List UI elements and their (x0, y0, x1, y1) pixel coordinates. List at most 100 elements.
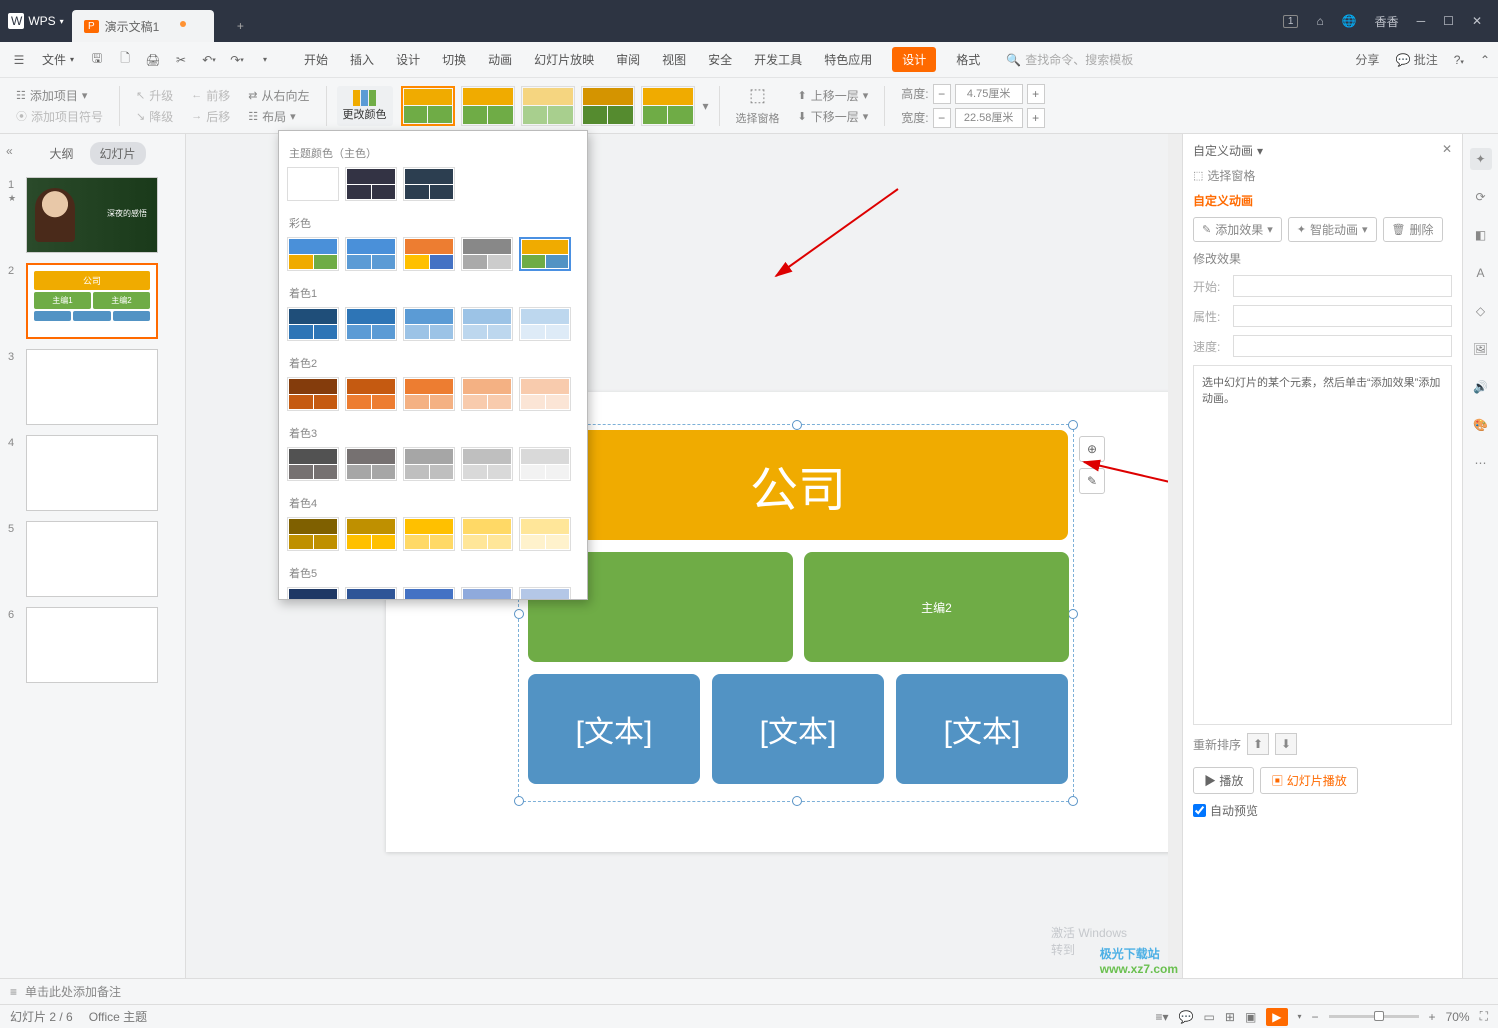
thumbnail-1[interactable]: 深夜的感悟 (26, 177, 158, 253)
sa-text-2[interactable]: [文本] (712, 674, 884, 784)
menu-视图[interactable]: 视图 (660, 47, 688, 72)
menu-切换[interactable]: 切换 (440, 47, 468, 72)
overflow-icon[interactable]: ▾ (254, 49, 276, 71)
color-swatch[interactable] (287, 517, 339, 551)
color-swatch[interactable] (403, 237, 455, 271)
menu-设计[interactable]: 设计 (892, 47, 936, 72)
color-swatch[interactable] (403, 307, 455, 341)
color-swatch[interactable] (519, 517, 571, 551)
print-preview-icon[interactable]: 🗋 (114, 49, 136, 71)
edit-icon[interactable]: ⊕ (1079, 436, 1105, 462)
menu-icon[interactable]: ☰ (8, 49, 30, 71)
zoom-slider[interactable] (1329, 1015, 1419, 1018)
sorter-view-icon[interactable]: ⊞ (1225, 1010, 1235, 1024)
help-icon[interactable]: ?▾ (1454, 53, 1464, 67)
promote-button[interactable]: ↖ 升级 (136, 87, 173, 104)
reorder-up[interactable]: ⬆ (1247, 733, 1269, 755)
color-swatch[interactable] (345, 237, 397, 271)
color-swatch[interactable] (403, 167, 455, 201)
slideshow-button[interactable]: ▣ 幻灯片播放 (1260, 767, 1357, 794)
thumbnail-6[interactable] (26, 607, 158, 683)
format-icon[interactable]: ◧ (1470, 224, 1492, 246)
file-menu[interactable]: 文件▾ (36, 47, 80, 72)
color-swatch[interactable] (345, 307, 397, 341)
zoom-in[interactable]: + (1429, 1010, 1436, 1024)
backward-button[interactable]: → 后移 (191, 108, 230, 125)
notes-toggle[interactable]: ≡▾ (1156, 1010, 1169, 1024)
pencil-icon[interactable]: ✎ (1079, 468, 1105, 494)
zoom-out[interactable]: − (1312, 1010, 1319, 1024)
collapse-thumbs-icon[interactable]: « (6, 144, 13, 158)
color-swatch[interactable] (461, 377, 513, 411)
color-swatch[interactable] (519, 237, 571, 271)
minimize-button[interactable]: ─ (1417, 14, 1426, 28)
thumbnail-4[interactable] (26, 435, 158, 511)
auto-preview-checkbox[interactable]: 自动预览 (1193, 802, 1452, 819)
width-input[interactable]: 22.58厘米 (955, 108, 1023, 128)
menu-幻灯片放映[interactable]: 幻灯片放映 (532, 47, 596, 72)
user-label[interactable]: 香香 (1375, 13, 1399, 30)
color-swatch[interactable] (345, 377, 397, 411)
collapse-icon[interactable]: ⌃ (1480, 53, 1490, 67)
color-swatch[interactable] (345, 167, 397, 201)
color-swatch[interactable] (461, 587, 513, 600)
smartart-graphic[interactable]: 公司 主编2 [文本] [文本] [文本] (522, 422, 1076, 802)
style-more-icon[interactable]: ▾ (703, 99, 709, 113)
outline-tab[interactable]: 大纲 (39, 142, 83, 165)
notes-bar[interactable]: ≡ 单击此处添加备注 (0, 978, 1498, 1004)
color-swatch[interactable] (287, 377, 339, 411)
style-swatch-2[interactable] (521, 86, 575, 126)
speed-select[interactable] (1233, 335, 1452, 357)
menu-特色应用[interactable]: 特色应用 (822, 47, 874, 72)
color-swatch[interactable] (287, 307, 339, 341)
more-icon[interactable]: ⋯ (1470, 452, 1492, 474)
sa-text-1[interactable]: [文本] (528, 674, 700, 784)
color-swatch[interactable] (519, 307, 571, 341)
style-swatch-0[interactable] (401, 86, 455, 126)
menu-安全[interactable]: 安全 (706, 47, 734, 72)
color-swatch[interactable] (345, 517, 397, 551)
search-box[interactable]: 🔍 查找命令、搜索模板 (1006, 51, 1133, 68)
transition-icon[interactable]: ⟳ (1470, 186, 1492, 208)
width-plus[interactable]: + (1027, 108, 1045, 128)
style-swatch-3[interactable] (581, 86, 635, 126)
home-icon[interactable]: ⌂ (1316, 14, 1323, 28)
add-item-button[interactable]: ☷ 添加项目 ▾ (16, 87, 103, 104)
color-swatch[interactable] (287, 237, 339, 271)
fit-icon[interactable]: ⛶ (1480, 1009, 1488, 1024)
cut-icon[interactable]: ✂ (170, 49, 192, 71)
globe-icon[interactable]: 🌐 (1342, 14, 1357, 28)
wps-logo[interactable]: W WPS ▾ (0, 0, 72, 42)
color-icon[interactable]: 🎨 (1470, 414, 1492, 436)
menu-开始[interactable]: 开始 (302, 47, 330, 72)
smart-anim-button[interactable]: ✦ 智能动画 ▾ (1288, 217, 1377, 242)
start-select[interactable] (1233, 275, 1452, 297)
delete-button[interactable]: 🗑 删除 (1383, 217, 1443, 242)
menu-动画[interactable]: 动画 (486, 47, 514, 72)
zoom-value[interactable]: 70% (1446, 1010, 1470, 1024)
forward-button[interactable]: ← 前移 (191, 87, 230, 104)
new-tab-button[interactable]: + (226, 12, 254, 40)
width-minus[interactable]: − (933, 108, 951, 128)
color-swatch[interactable] (287, 447, 339, 481)
color-swatch[interactable] (519, 447, 571, 481)
audio-icon[interactable]: 🔊 (1470, 376, 1492, 398)
color-swatch[interactable] (345, 587, 397, 600)
height-minus[interactable]: − (933, 84, 951, 104)
height-input[interactable]: 4.75厘米 (955, 84, 1023, 104)
sa-box-right[interactable]: 主编2 (804, 552, 1069, 662)
rtl-button[interactable]: ⇄ 从右向左 (248, 87, 309, 104)
color-swatch[interactable] (345, 447, 397, 481)
send-backward-button[interactable]: ⬇ 下移一层 ▾ (798, 108, 869, 125)
text-icon[interactable]: A (1470, 262, 1492, 284)
close-button[interactable]: ✕ (1472, 14, 1482, 28)
bring-forward-button[interactable]: ⬆ 上移一层 ▾ (798, 87, 869, 104)
select-pane-button[interactable]: 选择窗格 (736, 110, 780, 126)
slides-tab[interactable]: 幻灯片 (90, 142, 146, 165)
reading-view-icon[interactable]: ▣ (1245, 1010, 1256, 1024)
redo-icon[interactable]: ↷▾ (226, 49, 248, 71)
normal-view-icon[interactable]: ▭ (1204, 1010, 1215, 1024)
color-swatch[interactable] (519, 587, 571, 600)
style-swatch-4[interactable] (641, 86, 695, 126)
change-color-button[interactable]: 更改颜色 (337, 86, 393, 126)
